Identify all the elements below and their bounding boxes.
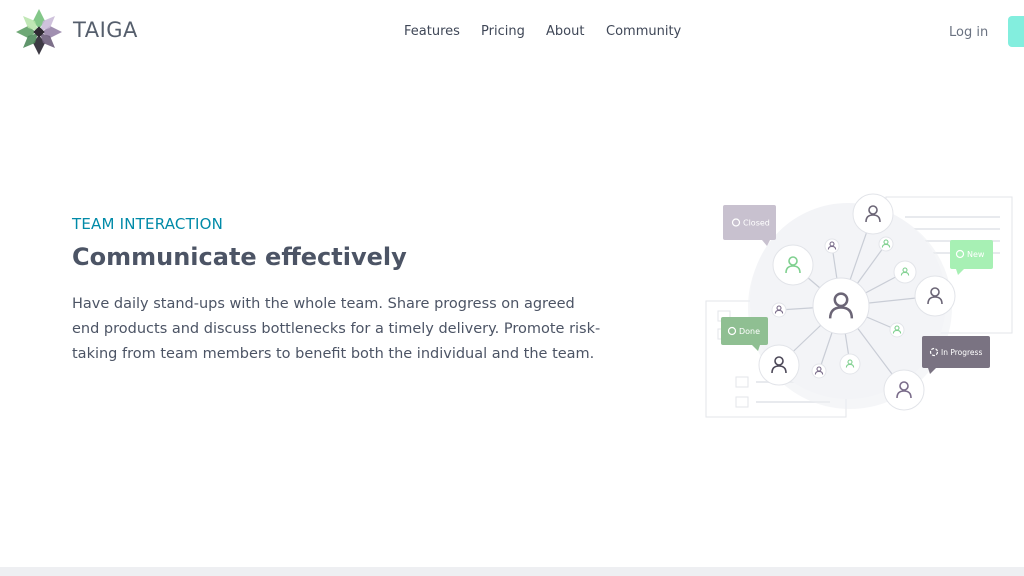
main-nav: Features Pricing About Community (0, 24, 1024, 42)
section-description: Have daily stand-ups with the whole team… (72, 296, 601, 362)
nav-pricing[interactable]: Pricing (481, 24, 525, 39)
mini-avatar (839, 353, 861, 375)
section-title: Communicate effectively (72, 243, 407, 271)
signup-button[interactable] (1008, 16, 1024, 47)
section-eyebrow: TEAM INTERACTION (72, 215, 223, 233)
avatar-node (772, 244, 814, 286)
mini-avatar (878, 236, 894, 252)
mini-avatar (893, 260, 917, 284)
avatar-node (883, 369, 925, 411)
team-interaction-illustration: Closed New Done In Progress (705, 193, 1013, 418)
mini-avatar (771, 302, 787, 318)
tag-in-progress: In Progress (922, 336, 990, 374)
avatar-node (758, 344, 800, 386)
mini-avatar (824, 238, 840, 254)
svg-text:Closed: Closed (743, 219, 770, 228)
avatar-node (914, 275, 956, 317)
site-header: TAIGA Features Pricing About Community L… (0, 0, 1024, 66)
svg-text:New: New (967, 250, 985, 259)
footer-band (0, 567, 1024, 576)
tag-closed: Closed (723, 205, 776, 246)
mini-avatar (889, 322, 905, 338)
nav-community[interactable]: Community (606, 24, 681, 39)
avatar-node (852, 193, 894, 235)
login-link[interactable]: Log in (949, 25, 988, 40)
mini-avatar (811, 363, 827, 379)
svg-text:In Progress: In Progress (941, 348, 982, 357)
svg-text:Done: Done (739, 327, 760, 336)
nav-about[interactable]: About (546, 24, 584, 39)
nav-features[interactable]: Features (404, 24, 460, 39)
center-avatar (812, 277, 870, 335)
